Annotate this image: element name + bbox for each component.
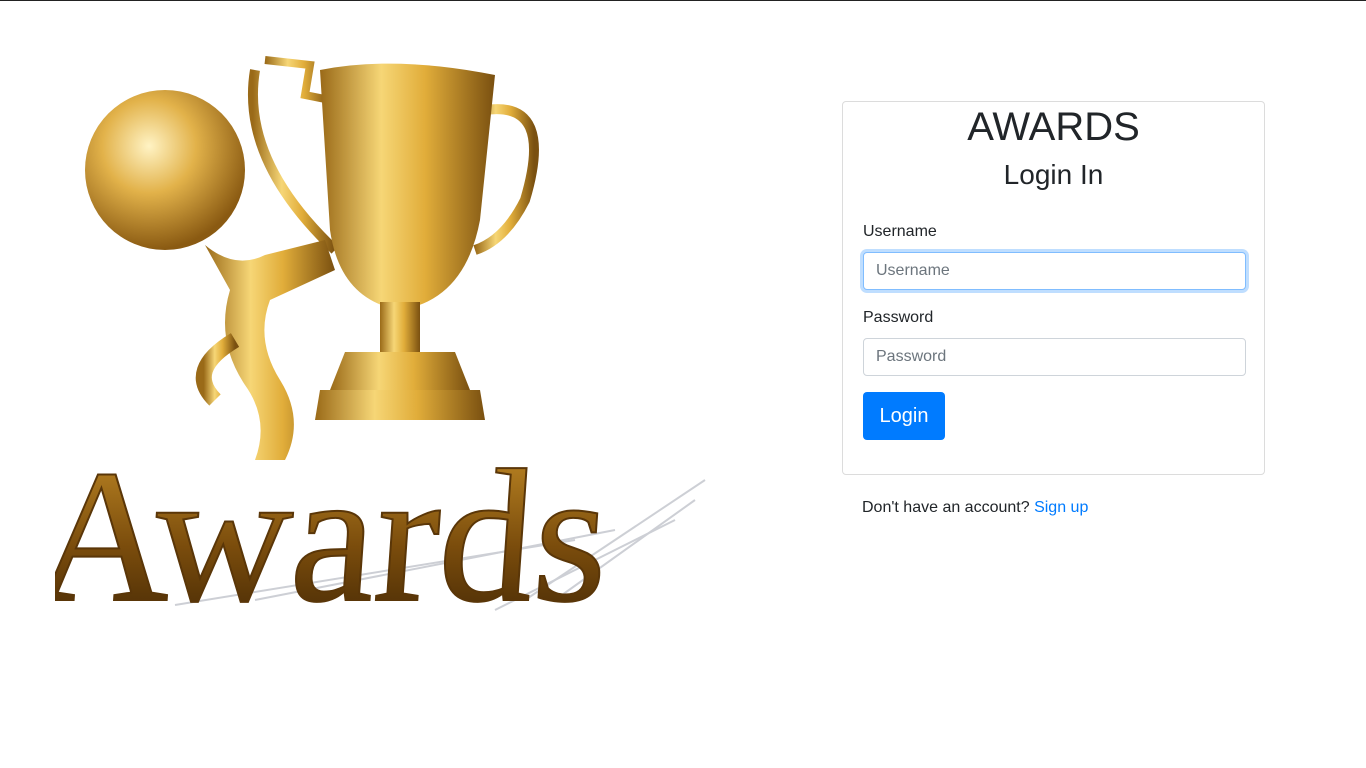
brand-title: AWARDS (967, 105, 1140, 149)
login-button[interactable]: Login (863, 392, 945, 440)
username-label: Username (863, 223, 937, 240)
top-border (0, 0, 1366, 1)
trophy-figure-illustration: Awards (55, 56, 706, 620)
signup-link[interactable]: Sign up (1034, 499, 1088, 516)
username-input[interactable] (863, 252, 1246, 290)
awards-hero-image: Awards (55, 40, 715, 620)
login-card: AWARDS Login In Username Password Login (842, 101, 1265, 475)
trophy-icon (247, 56, 539, 420)
signup-row: Don't have an account? Sign up (862, 498, 1088, 518)
signup-prompt: Don't have an account? (862, 499, 1030, 516)
figure-icon (85, 90, 335, 460)
password-label: Password (863, 309, 934, 326)
awards-wordmark: Awards (55, 431, 616, 620)
login-subtitle: Login In (1003, 159, 1104, 190)
password-input[interactable] (863, 338, 1246, 376)
